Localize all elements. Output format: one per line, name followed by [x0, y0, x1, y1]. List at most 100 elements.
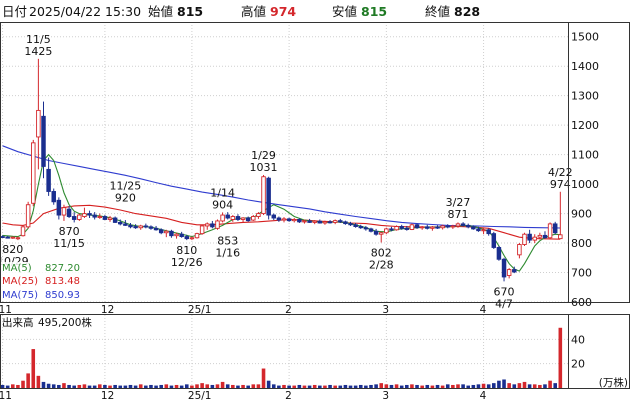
volume-bar [190, 385, 194, 388]
candle-body [210, 223, 215, 228]
candle-body [87, 213, 92, 216]
volume-bar [5, 385, 10, 388]
volume-bar [333, 385, 337, 388]
volume-bar [353, 385, 358, 388]
volume-bar [497, 380, 501, 388]
volume-bar [51, 384, 56, 388]
candle-body [143, 225, 149, 228]
annotation-date: 2/28 [369, 258, 394, 271]
volume-bar [425, 384, 430, 388]
volume-bar [128, 384, 133, 388]
stock-chart-widget: 11/5 1425 11/25 920 1/14 904 1/29 1031 3/27 871 4/… [0, 0, 631, 400]
candle-body [184, 236, 190, 240]
volume-bar [200, 383, 204, 388]
price-tick-label: 1400 [571, 60, 599, 73]
volume-bar [144, 385, 148, 388]
volume-bar [251, 384, 256, 388]
price-tick-label: 1500 [571, 31, 599, 44]
candle-body [348, 223, 353, 226]
high-value: 974 [270, 4, 296, 19]
candle-body [394, 226, 399, 231]
volume-bar [103, 384, 107, 388]
candle-body [66, 208, 72, 217]
candle-body [174, 233, 179, 237]
volume-bar [11, 384, 15, 388]
candle-body [153, 227, 159, 231]
price-tick-label: 1300 [571, 90, 599, 103]
candle-body [169, 230, 174, 237]
volume-bar [302, 385, 307, 388]
candle-body [41, 115, 46, 167]
candle-body [338, 220, 343, 223]
candle-body [128, 224, 133, 228]
candle-body [205, 223, 210, 227]
volume-bar [543, 384, 547, 388]
candle-body [245, 217, 251, 222]
candle-body [471, 226, 476, 230]
volume-bar [138, 384, 143, 388]
volume-bar [57, 384, 61, 388]
candle-body [368, 228, 374, 232]
candle-body [271, 214, 277, 219]
candle-body [455, 223, 461, 227]
candlestick-chart: 11/5142511/25920 1/149041/2910313/278714/… [0, 0, 631, 400]
volume-bar [261, 368, 266, 388]
annotation-price: 1031 [250, 161, 278, 174]
candle-body [343, 221, 348, 225]
low-label: 安値 [332, 4, 357, 19]
volume-bar [282, 384, 286, 388]
candle-body [322, 221, 328, 224]
volume-bar [358, 384, 363, 388]
candle-body [399, 226, 404, 229]
annotation-price: 974 [550, 178, 571, 191]
volume-bar [451, 384, 455, 388]
candle-body [31, 142, 36, 204]
candle-body [179, 233, 184, 238]
volume-bar [507, 383, 511, 388]
volume-bar [266, 380, 271, 388]
volume-bar [31, 349, 36, 388]
candle-body [240, 217, 246, 220]
annotation-date: 4/7 [495, 297, 513, 310]
volume-bar [225, 384, 230, 388]
candle-body [481, 229, 486, 232]
volume-bar [517, 383, 522, 388]
volume-value: 495,200株 [38, 316, 92, 329]
volume-bar [123, 385, 128, 388]
volume-bar [77, 384, 82, 388]
volume-bar [440, 385, 445, 388]
volume-bar [241, 384, 245, 388]
volume-bar [220, 381, 225, 388]
candle-body [384, 228, 389, 234]
annotation-date: 11/15 [53, 237, 85, 250]
candle-body [286, 218, 292, 222]
candle-body [496, 247, 502, 260]
candle-body [486, 229, 491, 235]
ma75-legend-value: 850.93 [45, 290, 80, 301]
volume-bar [486, 384, 491, 388]
date-label: 日付 [2, 4, 27, 19]
volume-bar [169, 385, 174, 388]
volume-bar [195, 384, 199, 388]
volume-bar [323, 385, 327, 388]
volume-bar [184, 384, 189, 388]
volume-bar [174, 384, 179, 388]
annotation-price: 920 [115, 191, 136, 204]
candle-body [373, 230, 379, 235]
volume-bar [394, 384, 399, 388]
candle-body [517, 244, 522, 256]
ma25-legend-label: MA(25) [2, 276, 38, 287]
volume-bar [256, 384, 261, 388]
candle-body [199, 225, 205, 235]
x-tick-label-volume: 3 [382, 390, 389, 400]
x-tick-label-volume: 12 [101, 390, 114, 400]
candle-body [51, 191, 56, 203]
volume-bar [210, 384, 215, 388]
volume-bar [133, 385, 138, 388]
volume-bar [512, 384, 517, 388]
candle-body [491, 233, 497, 248]
candle-body [332, 220, 338, 223]
candle-body [552, 223, 558, 234]
candle-body [302, 220, 307, 223]
volume-bar [0, 384, 5, 388]
